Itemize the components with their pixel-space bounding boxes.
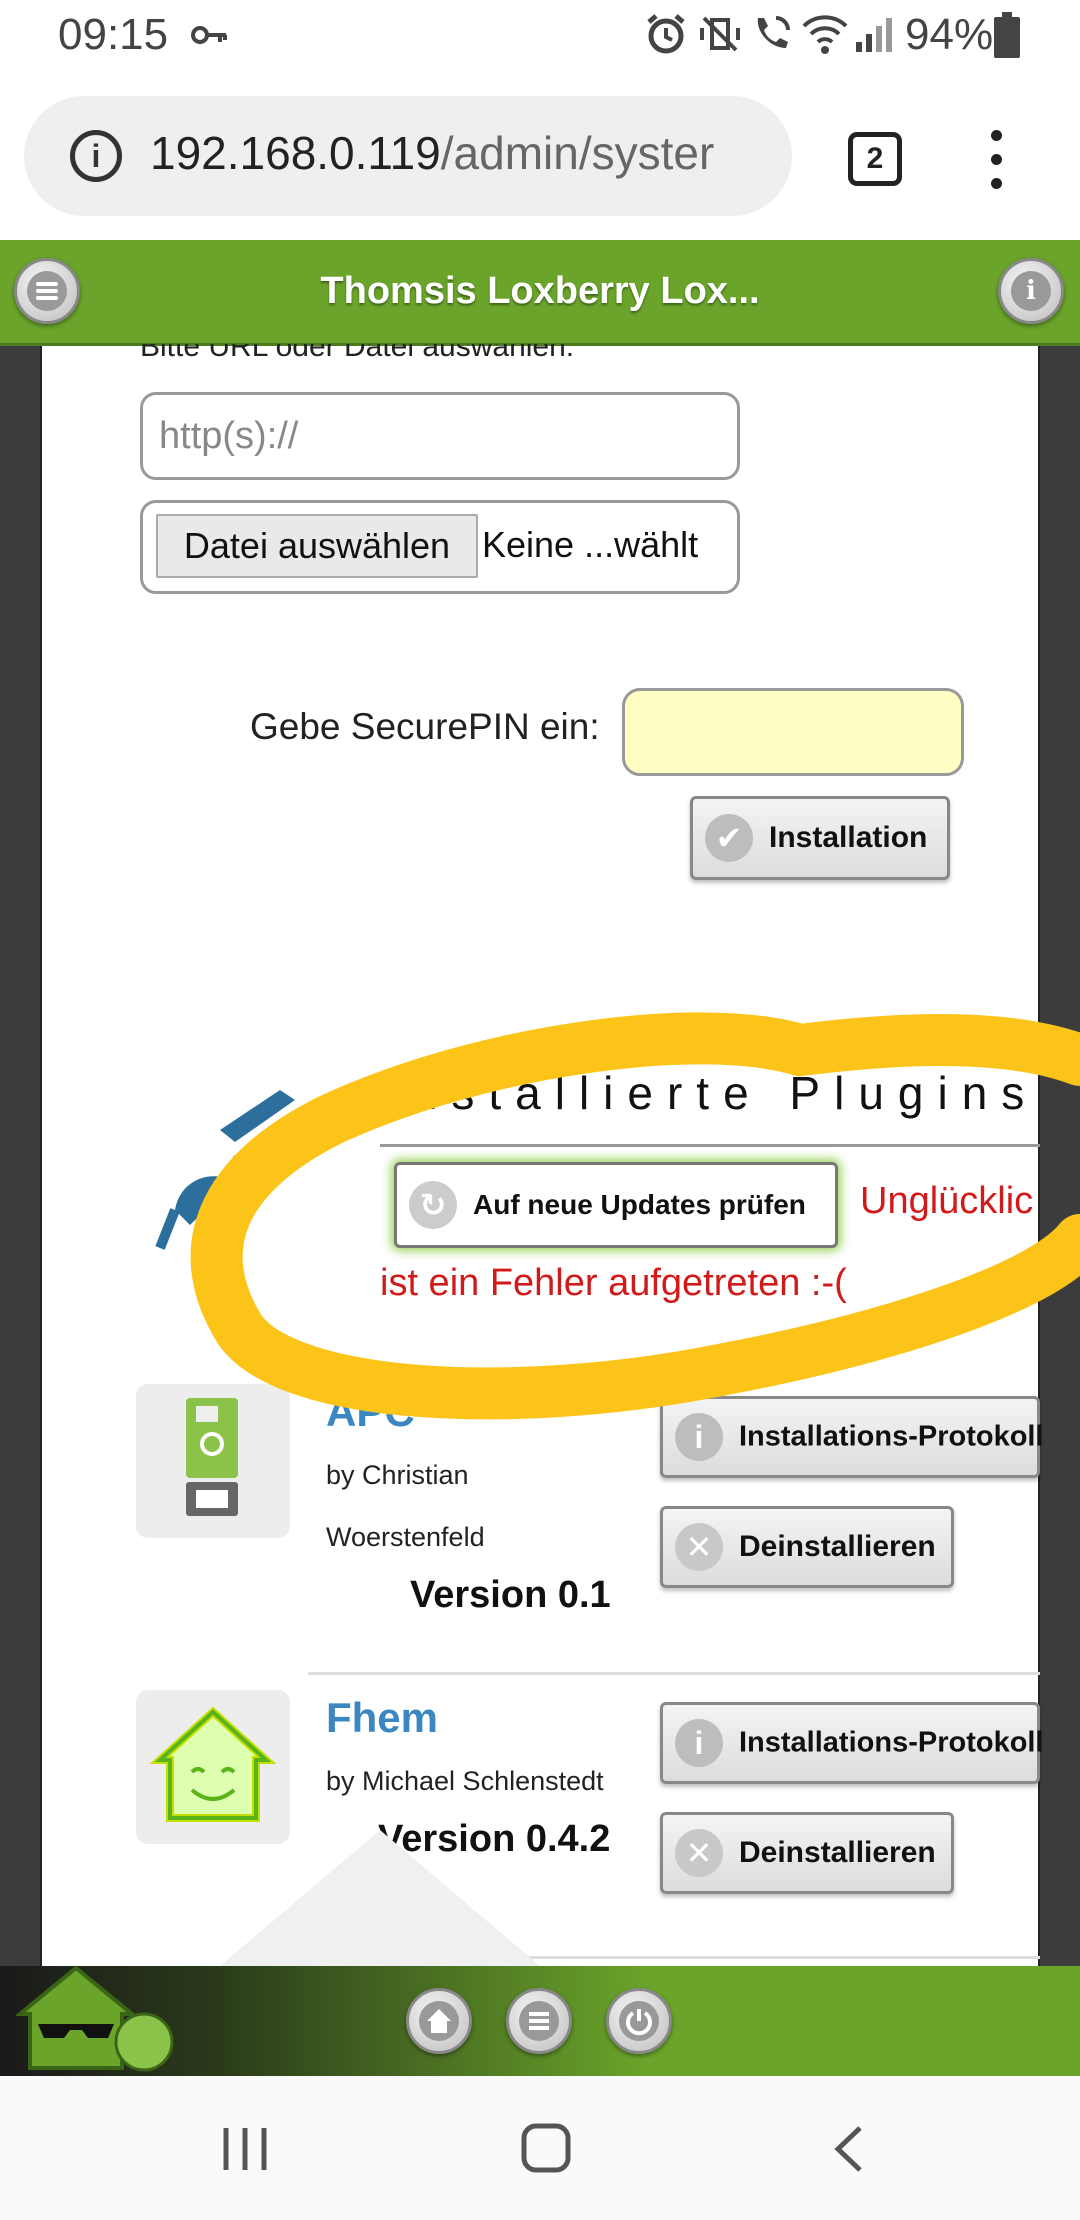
tab-switcher-button[interactable]: 2 [848, 132, 902, 186]
battery-icon [994, 12, 1020, 58]
power-button[interactable] [606, 1988, 672, 2054]
left-gutter [0, 346, 40, 1966]
plugin-author-line1: by Michael Schlenstedt [326, 1766, 604, 1796]
status-time: 09:15 [58, 10, 169, 59]
loxberry-logo [16, 1965, 174, 2072]
hamburger-icon [27, 271, 67, 311]
check-icon: ✔ [705, 814, 753, 862]
wifi-icon [802, 15, 848, 54]
home-icon [419, 2001, 459, 2041]
close-icon: ✕ [675, 1523, 723, 1571]
info-icon: i [1011, 271, 1051, 311]
install-protocol-button[interactable]: i Installations-Protokoll [660, 1702, 1044, 1784]
url-path: /admin/syster [440, 127, 715, 179]
home-button[interactable] [406, 1988, 472, 2054]
plugin-divider [308, 1672, 1040, 1675]
footer-menu-button[interactable] [506, 1988, 572, 2054]
plugin-version: Version 0.1 [410, 1574, 611, 1616]
recent-apps-icon[interactable] [220, 2126, 270, 2172]
info-button[interactable]: i [998, 258, 1064, 324]
app-title: Thomsis Loxberry Lox... [320, 270, 760, 312]
close-icon: ✕ [675, 1829, 723, 1877]
scroll-up-indicator [220, 1830, 540, 1966]
url-text[interactable]: 192.168.0.119/admin/syster [150, 126, 762, 180]
menu-button[interactable] [14, 258, 80, 324]
choose-file-button[interactable]: Datei auswählen [156, 514, 478, 578]
browser-menu-icon[interactable] [984, 130, 1008, 190]
highlight-scribble [190, 1012, 1080, 1420]
info-icon: i [675, 1719, 723, 1767]
uninstall-button[interactable]: ✕ Deinstallieren [660, 1812, 954, 1894]
site-info-icon[interactable]: i [70, 130, 122, 182]
signal-icon [856, 18, 892, 52]
uninstall-label: Deinstallieren [739, 1836, 936, 1869]
url-host: 192.168.0.119 [150, 127, 441, 179]
vpn-key-icon [191, 26, 227, 44]
securepin-input[interactable] [622, 688, 964, 776]
home-nav-icon[interactable] [520, 2122, 572, 2174]
plugin-name-fhem[interactable]: Fhem [326, 1694, 438, 1742]
hamburger-icon [519, 2001, 559, 2041]
wifi-call-icon [757, 16, 790, 48]
status-bar: 09:15 94% [0, 0, 1080, 72]
plugin-author-line2: Woerstenfeld [326, 1522, 485, 1552]
install-protocol-label: Installations-Protokoll [739, 1726, 1044, 1759]
url-input[interactable]: http(s):// [140, 392, 740, 480]
power-icon [619, 2001, 659, 2041]
install-button-label: Installation [769, 821, 928, 854]
vibrate-mute-icon [700, 16, 740, 52]
file-status: Keine ...wählt [482, 524, 699, 565]
app-header: Thomsis Loxberry Lox... [0, 240, 1080, 346]
back-icon[interactable] [830, 2124, 866, 2174]
battery-percent: 94% [905, 10, 994, 59]
plugin-author-line1: by Christian [326, 1460, 469, 1490]
uninstall-button[interactable]: ✕ Deinstallieren [660, 1506, 954, 1588]
securepin-label: Gebe SecurePIN ein: [250, 706, 600, 747]
install-button[interactable]: ✔ Installation [690, 796, 950, 880]
fhem-plugin-icon [136, 1690, 290, 1844]
alarm-icon [647, 14, 685, 54]
uninstall-label: Deinstallieren [739, 1530, 936, 1563]
